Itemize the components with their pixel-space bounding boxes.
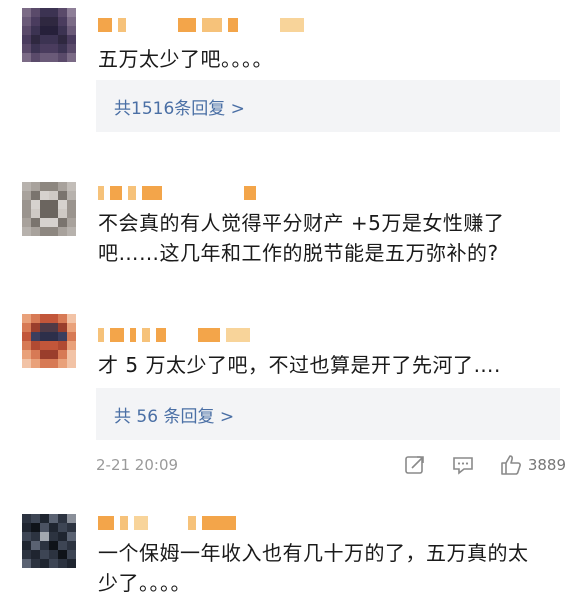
username[interactable]: [98, 14, 304, 36]
view-replies-button[interactable]: 共 56 条回复 >: [96, 388, 560, 440]
comment-item: 一个保姆一年收入也有几十万的了，五万真的太 少了。。。。: [0, 500, 577, 604]
avatar[interactable]: [22, 514, 76, 568]
comment-text: 少了。。。。: [98, 571, 191, 595]
view-replies-button[interactable]: 共1516条回复 >: [96, 80, 560, 132]
username[interactable]: [98, 182, 256, 204]
comment-text: 一个保姆一年收入也有几十万的了，五万真的太: [98, 541, 529, 565]
like-count: 3889: [527, 456, 566, 474]
comment-item: 才 5 万太少了吧，不过也算是开了先河了…. 共 56 条回复 > 2-21 2…: [0, 310, 577, 490]
username[interactable]: [98, 324, 250, 346]
comment-text: 吧……这几年和工作的脱节能是五万弥补的?: [98, 241, 499, 265]
share-icon[interactable]: [404, 454, 426, 476]
avatar[interactable]: [22, 182, 76, 236]
comment-item: 不会真的有人觉得平分财产 +5万是女性赚了 吧……这几年和工作的脱节能是五万弥补…: [0, 170, 577, 280]
comment-text: 才 5 万太少了吧，不过也算是开了先河了….: [98, 353, 501, 377]
comment-meta: 2-21 20:09 3889: [96, 452, 566, 478]
timestamp: 2-21 20:09: [96, 456, 179, 474]
comment-text: 不会真的有人觉得平分财产 +5万是女性赚了: [98, 211, 505, 235]
avatar[interactable]: [22, 8, 76, 62]
thumbs-up-icon[interactable]: [500, 454, 522, 476]
username[interactable]: [98, 512, 236, 534]
comment-item: 五万太少了吧。。。。 共1516条回复 >: [0, 0, 577, 150]
comment-text: 五万太少了吧。。。。: [98, 47, 273, 71]
comment-icon[interactable]: [452, 454, 474, 476]
avatar[interactable]: [22, 314, 76, 368]
